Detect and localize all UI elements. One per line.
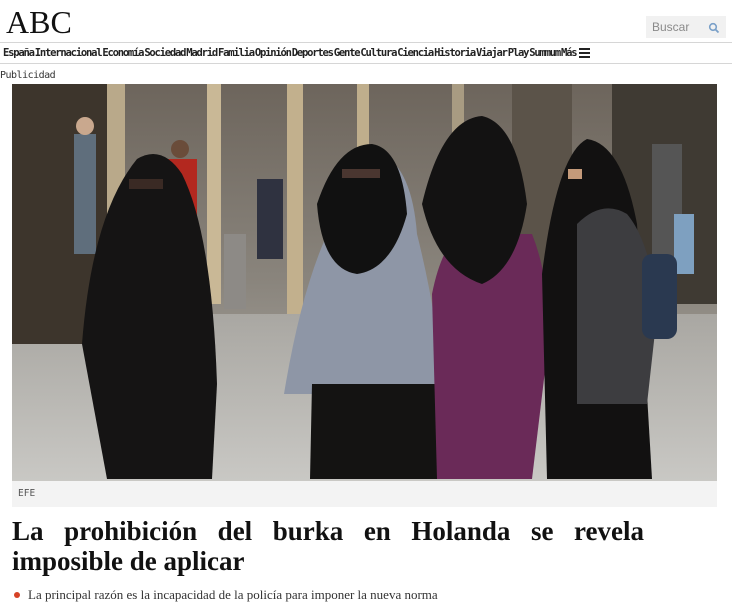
nav-item-ciencia[interactable]: Ciencia <box>397 47 434 59</box>
nav-item-sociedad[interactable]: Sociedad <box>144 47 186 59</box>
search-box[interactable] <box>646 16 726 38</box>
nav-item-gente[interactable]: Gente <box>334 47 361 59</box>
nav-item-madrid[interactable]: Madrid <box>186 47 218 59</box>
article-headline[interactable]: La prohibición del burka en Holanda se r… <box>12 516 644 576</box>
search-icon[interactable] <box>708 21 720 34</box>
search-input[interactable] <box>652 20 708 34</box>
hamburger-menu-icon[interactable] <box>579 48 591 58</box>
main-nav: España Internacional Economía Sociedad M… <box>0 42 732 64</box>
nav-item-mas[interactable]: Más <box>561 47 578 59</box>
nav-item-internacional[interactable]: Internacional <box>35 47 103 59</box>
nav-item-play[interactable]: Play <box>508 47 530 59</box>
nav-item-opinion[interactable]: Opinión <box>255 47 292 59</box>
article-hero-image[interactable] <box>12 84 717 481</box>
article-subheadline: La principal razón es la incapacidad de … <box>14 587 714 603</box>
bullet-icon <box>14 592 20 598</box>
subheadline-text: La principal razón es la incapacidad de … <box>28 587 438 602</box>
image-credit: EFE <box>12 481 717 507</box>
nav-item-espana[interactable]: España <box>3 47 35 59</box>
nav-item-familia[interactable]: Familia <box>218 47 255 59</box>
nav-item-deportes[interactable]: Deportes <box>292 47 334 59</box>
nav-item-summum[interactable]: Summum <box>529 47 561 59</box>
nav-item-viajar[interactable]: Viajar <box>476 47 508 59</box>
ad-label: Publicidad <box>0 70 56 81</box>
nav-item-historia[interactable]: Historia <box>434 47 476 59</box>
nav-item-cultura[interactable]: Cultura <box>360 47 397 59</box>
site-logo[interactable]: ABC <box>6 4 72 41</box>
nav-item-economia[interactable]: Economía <box>102 47 144 59</box>
